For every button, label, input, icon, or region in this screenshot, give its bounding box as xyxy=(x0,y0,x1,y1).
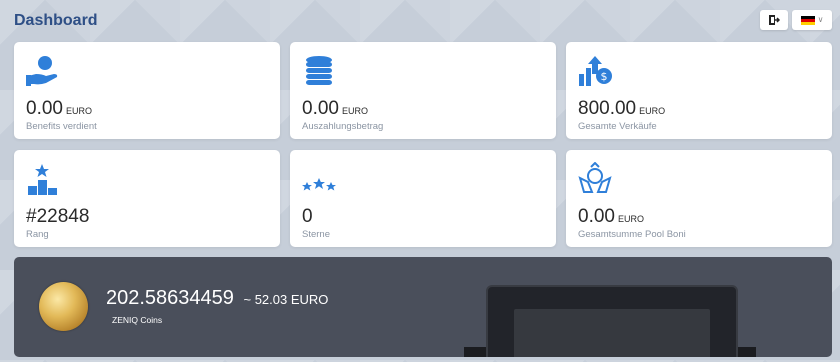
card-value: 0.00 EURO xyxy=(26,98,92,119)
card-label: Rang xyxy=(26,229,49,240)
device-image xyxy=(486,285,738,357)
card-label: Gesamtsumme Pool Boni xyxy=(578,229,686,240)
card-benefits-earned: 0.00 EURO Benefits verdient xyxy=(14,42,280,139)
zeniq-balance-banner: 202.58634459 ~ 52.03 EURO ZENIQ Coins xyxy=(14,257,832,357)
card-value: 0 xyxy=(302,206,313,227)
page-title: Dashboard xyxy=(14,12,98,29)
logout-icon xyxy=(769,15,780,25)
stars-icon xyxy=(302,178,336,191)
card-stars: 0 Sterne xyxy=(290,150,556,247)
logout-button[interactable] xyxy=(760,10,788,30)
zeniq-euro-value: ~ 52.03 EURO xyxy=(243,292,329,307)
device-screen xyxy=(514,309,710,357)
card-label: Sterne xyxy=(302,229,330,240)
chevron-down-icon: ∨ xyxy=(817,15,824,24)
card-value: 0.00 EURO xyxy=(302,98,368,119)
pool-hands-icon xyxy=(578,162,612,193)
card-label: Benefits verdient xyxy=(26,121,97,132)
zeniq-coin-name: ZENIQ Coins xyxy=(112,315,163,325)
podium-icon xyxy=(28,164,57,195)
card-label: Gesamte Verkäufe xyxy=(578,121,657,132)
top-actions: ∨ xyxy=(760,10,832,30)
zeniq-coin-icon xyxy=(39,282,88,331)
german-flag-icon xyxy=(800,15,815,25)
svg-text:$: $ xyxy=(601,70,608,83)
card-payout-amount: 0.00 EURO Auszahlungsbetrag xyxy=(290,42,556,139)
card-value: #22848 xyxy=(26,206,90,227)
card-rank: #22848 Rang xyxy=(14,150,280,247)
zeniq-balance: 202.58634459 ~ 52.03 EURO xyxy=(106,287,328,310)
card-total-sales: $ 800.00 EURO Gesamte Verkäufe xyxy=(566,42,832,139)
sales-up-icon: $ xyxy=(579,56,612,86)
card-value: 0.00 EURO xyxy=(578,206,644,227)
card-label: Auszahlungsbetrag xyxy=(302,121,384,132)
language-selector[interactable]: ∨ xyxy=(792,10,832,30)
coins-stack-icon xyxy=(306,56,332,85)
user-hand-icon xyxy=(26,56,58,86)
card-value: 800.00 EURO xyxy=(578,98,666,119)
card-pool-bonus: 0.00 EURO Gesamtsumme Pool Boni xyxy=(566,150,832,247)
zeniq-amount: 202.58634459 xyxy=(106,287,234,309)
